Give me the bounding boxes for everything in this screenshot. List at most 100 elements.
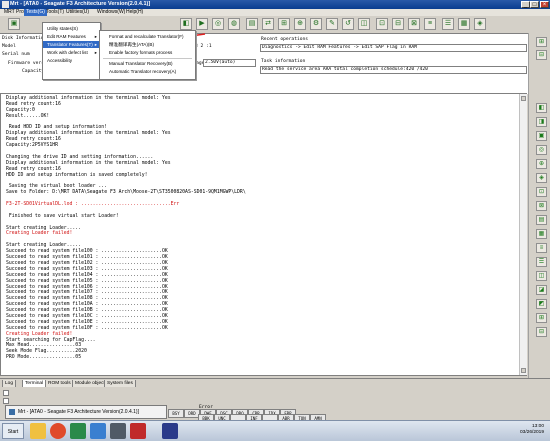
close-button[interactable]: ×: [540, 1, 549, 8]
side-button-4[interactable]: ◨: [536, 117, 547, 127]
maximize-button[interactable]: □: [530, 1, 539, 8]
gear-app-icon[interactable]: [110, 423, 126, 439]
terminal-line: PRO Mode................05: [6, 355, 82, 361]
terminal-lines: Display additional information in the te…: [6, 96, 516, 361]
tests-menu-item[interactable]: Utility states(S): [43, 25, 100, 32]
terminal-scrollbar[interactable]: [519, 94, 527, 375]
side-button-15[interactable]: ◫: [536, 271, 547, 281]
side-button-1[interactable]: ⊞: [536, 37, 547, 47]
tests-menu-item[interactable]: Work with defect list ▸: [43, 49, 100, 56]
toolbar-button-6[interactable]: ▤: [246, 18, 258, 30]
side-button-6[interactable]: ◎: [536, 145, 547, 155]
tests-menu-item[interactable]: Accessibility: [43, 57, 100, 64]
blue-app-icon[interactable]: [90, 423, 106, 439]
status-checkbox-2[interactable]: [3, 398, 9, 404]
side-button-16[interactable]: ◪: [536, 285, 547, 295]
submenu-arrow-icon: ▸: [94, 42, 97, 47]
tests-menu-item[interactable]: Edit RAM Features ▸: [43, 33, 100, 40]
app-icon: [2, 1, 9, 8]
toolbar-button-11[interactable]: ✎: [326, 18, 338, 30]
tests-menu-item-label: Accessibility: [47, 58, 73, 63]
system-clock[interactable]: 13:00 03/26/2019: [520, 424, 544, 436]
side-button-3[interactable]: ◧: [536, 103, 547, 113]
minimize-button[interactable]: _: [521, 1, 530, 8]
green-app-icon[interactable]: [70, 423, 86, 439]
side-button-5[interactable]: ▣: [536, 131, 547, 141]
folder-icon[interactable]: [30, 423, 46, 439]
taskbar-preview-popup[interactable]: Mrt - [ATA0 - Seagate F3 Architecture Ve…: [5, 405, 167, 419]
status-register-box: BSY: [168, 409, 184, 418]
status-checkbox-1[interactable]: [3, 390, 9, 396]
side-button-8[interactable]: ◈: [536, 173, 547, 183]
toolbar-button-18[interactable]: ☰: [442, 18, 454, 30]
tests-menu-item[interactable]: Translator Features(T) ▸: [43, 41, 100, 48]
title-bar: Mrt - [ATA0 - Seagate F3 Architecture Ve…: [0, 0, 550, 9]
menu-windows[interactable]: Windows(W): [95, 9, 127, 16]
toolbar-button-10[interactable]: ⚙: [310, 18, 322, 30]
submenu-arrow-icon: ▸: [94, 34, 97, 39]
toolbar-button-12[interactable]: ↺: [342, 18, 354, 30]
menu-tools[interactable]: Tools(T): [44, 9, 66, 16]
scroll-down-arrow-icon[interactable]: [521, 368, 526, 373]
side-button-18[interactable]: ⊞: [536, 313, 547, 323]
toolbar-button-5[interactable]: ◍: [228, 18, 240, 30]
tests-menu-item-label: Edit RAM Features: [47, 34, 86, 39]
firefox-icon[interactable]: [50, 423, 66, 439]
toolbar-button-20[interactable]: ◈: [474, 18, 486, 30]
toolbar-button-19[interactable]: ▦: [458, 18, 470, 30]
right-toolbar: ⊞ ⊟ ◧ ◨ ▣ ◎ ⊕ ◈ ⊡ ⊠ ▤ ▦ ≡ ☰ ◫ ◪ ◩ ⊞ ⊟: [528, 33, 550, 378]
side-button-14[interactable]: ☰: [536, 257, 547, 267]
translator-submenu-item[interactable]: Format and recalculate Translator(F): [100, 33, 195, 40]
start-button[interactable]: Start: [2, 423, 24, 439]
toolbar-button-7[interactable]: ⇄: [262, 18, 274, 30]
translator-submenu-item[interactable]: Enable factory formats process: [100, 49, 195, 56]
toolbar-button-15[interactable]: ⊟: [392, 18, 404, 30]
app-thumbnail-icon: [9, 409, 15, 415]
translator-submenu-item[interactable]: 精准翻译再生(ATA)(B): [100, 41, 195, 48]
toolbar-button-16[interactable]: ⊠: [408, 18, 420, 30]
toolbar-button-17[interactable]: ≡: [424, 18, 436, 30]
tests-menu-item-label: Translator Features(T): [47, 42, 93, 47]
taskbar-popup-label: Mrt - [ATA0 - Seagate F3 Architecture Ve…: [18, 409, 139, 415]
side-button-19[interactable]: ⊟: [536, 327, 547, 337]
model-label: Model: [2, 44, 16, 49]
submenu-separator: [103, 58, 192, 59]
menu-bar: MRT Pro(P) Tests(G) Tools(T) Utilities(U…: [0, 9, 550, 16]
menu-help[interactable]: Help(H): [124, 9, 145, 16]
side-button-7[interactable]: ⊕: [536, 159, 547, 169]
toolbar-button-13[interactable]: ◫: [358, 18, 370, 30]
toolbar-button-1[interactable]: ▣: [8, 18, 20, 30]
recent-ops-label: Recent operations: [261, 37, 309, 42]
side-button-11[interactable]: ▤: [536, 215, 547, 225]
side-button-2[interactable]: ⊟: [536, 50, 547, 60]
translator-features-submenu: Format and recalculate Translator(F) 精准翻译…: [99, 30, 196, 80]
task-info-field: Read the service area ARA total completi…: [260, 66, 527, 74]
side-button-10[interactable]: ⊠: [536, 201, 547, 211]
side-button-13[interactable]: ≡: [536, 243, 547, 253]
toolbar-button-14[interactable]: ⊡: [376, 18, 388, 30]
side-button-12[interactable]: ▦: [536, 229, 547, 239]
side-button-9[interactable]: ⊡: [536, 187, 547, 197]
translator-submenu-item[interactable]: Automatic Translator recovery(A): [100, 68, 195, 75]
menu-utilities[interactable]: Utilities(U): [64, 9, 91, 16]
task-info-label: Task information: [261, 59, 306, 64]
toolbar-button-8[interactable]: ⊞: [278, 18, 290, 30]
taskbar: Start 13:00 03/26/2019: [0, 420, 550, 441]
translator-submenu-item[interactable]: Manual Translator Recovery(B): [100, 60, 195, 67]
voltage-field: 2.50V(auto): [203, 59, 256, 67]
mrt-app-icon[interactable]: [162, 423, 178, 439]
recent-ops-field: Diagnostics -> Edit RAM Features -> Edit…: [260, 44, 527, 52]
window-title: Mrt - [ATA0 - Seagate F3 Architecture Ve…: [10, 1, 151, 7]
toolbar-button-3[interactable]: ▶: [196, 18, 208, 30]
disk-info-label: Disk Information: [2, 36, 47, 41]
side-button-17[interactable]: ◩: [536, 299, 547, 309]
toolbar-button-2[interactable]: ◧: [180, 18, 192, 30]
toolbar-button-4[interactable]: ◎: [212, 18, 224, 30]
clock-date: 03/26/2019: [519, 430, 544, 435]
submenu-arrow-icon: ▸: [94, 50, 97, 55]
tests-menu-dropdown: Utility states(S) Edit RAM Features ▸ Trans…: [42, 22, 101, 80]
scroll-up-arrow-icon[interactable]: [521, 96, 526, 101]
red-app-icon[interactable]: [130, 423, 146, 439]
terminal-output[interactable]: Display additional information in the te…: [0, 93, 527, 376]
toolbar-button-9[interactable]: ⊕: [294, 18, 306, 30]
